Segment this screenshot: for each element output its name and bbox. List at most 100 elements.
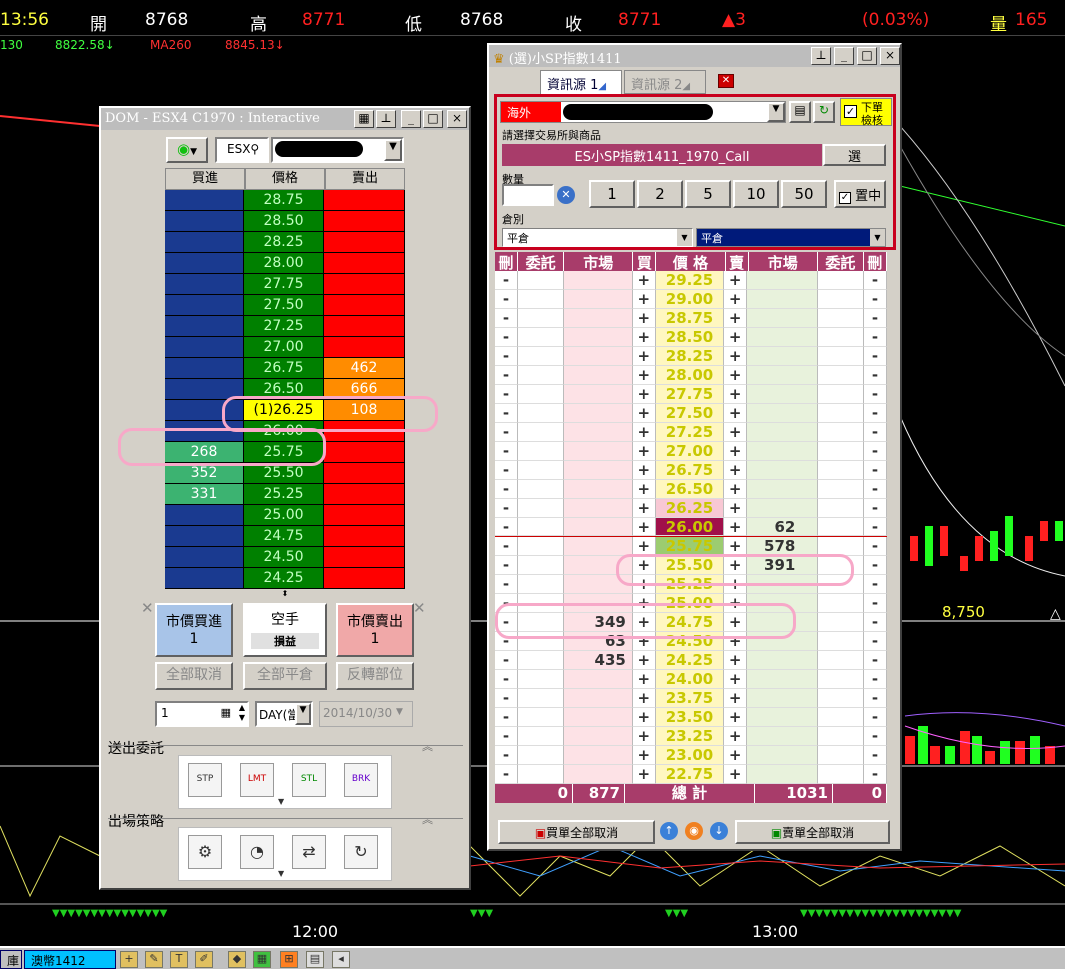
- chevron-down-icon[interactable]: ▼: [384, 139, 402, 161]
- ask-cell[interactable]: 462: [324, 358, 405, 379]
- ladder-row[interactable]: 28.75: [165, 190, 405, 211]
- checkbox-checked-icon[interactable]: ✓: [844, 105, 857, 118]
- delete-buy-cell[interactable]: -: [495, 499, 518, 518]
- delete-sell-cell[interactable]: -: [864, 442, 887, 461]
- ladder-row[interactable]: 24.75: [165, 526, 405, 547]
- pencil-icon[interactable]: ✐: [195, 951, 213, 968]
- buy-orders-cell[interactable]: [517, 366, 564, 385]
- buy-orders-cell[interactable]: [517, 442, 564, 461]
- sell-orders-cell[interactable]: [818, 309, 865, 328]
- ladder-row[interactable]: 352 25.50: [165, 463, 405, 484]
- close-icon[interactable]: ×: [447, 110, 467, 128]
- bid-cell[interactable]: [165, 190, 244, 211]
- pin-icon[interactable]: ⊥: [811, 47, 831, 65]
- collapse-icon[interactable]: ︽: [422, 811, 433, 827]
- bid-cell[interactable]: [165, 358, 244, 379]
- buy-orders-cell[interactable]: [517, 651, 564, 670]
- sell-orders-cell[interactable]: [818, 594, 865, 613]
- delete-sell-cell[interactable]: -: [864, 404, 887, 423]
- cancel-all-button[interactable]: 全部取消: [155, 662, 233, 690]
- chevron-down-icon[interactable]: ▼: [295, 703, 311, 725]
- delete-sell-cell[interactable]: -: [864, 651, 887, 670]
- delete-sell-cell[interactable]: -: [864, 708, 887, 727]
- center-toggle[interactable]: ✓ 置中: [834, 180, 886, 208]
- sell-orders-cell[interactable]: [818, 347, 865, 366]
- close-icon[interactable]: ✕: [141, 599, 154, 617]
- cancel-all-buy-button[interactable]: ▣買單全部取消: [498, 820, 655, 844]
- date-picker[interactable]: 2014/10/30 ▼: [319, 701, 413, 727]
- delete-buy-cell[interactable]: -: [495, 423, 518, 442]
- delete-buy-cell[interactable]: -: [495, 404, 518, 423]
- taskbar-tab-aud[interactable]: 澳幣1412: [24, 950, 116, 969]
- buy-plus-cell[interactable]: +: [632, 404, 656, 423]
- chevron-down-icon[interactable]: ▼: [396, 702, 412, 726]
- delete-buy-cell[interactable]: -: [495, 518, 518, 536]
- delete-buy-cell[interactable]: -: [495, 556, 518, 575]
- ask-cell[interactable]: [324, 295, 405, 316]
- buy-orders-cell[interactable]: [517, 746, 564, 765]
- sell-plus-cell[interactable]: +: [724, 347, 748, 366]
- buy-plus-cell[interactable]: +: [632, 423, 656, 442]
- clear-icon[interactable]: ✕: [557, 186, 575, 204]
- ask-cell[interactable]: [324, 547, 405, 568]
- delete-sell-cell[interactable]: -: [864, 556, 887, 575]
- ladder-row[interactable]: 27.25: [165, 316, 405, 337]
- buy-orders-cell[interactable]: [517, 271, 564, 290]
- ask-cell[interactable]: [324, 463, 405, 484]
- stp-order-button[interactable]: STP: [188, 763, 222, 797]
- bid-cell[interactable]: [165, 274, 244, 295]
- sell-plus-cell[interactable]: +: [724, 423, 748, 442]
- buy-orders-cell[interactable]: [517, 499, 564, 518]
- buy-orders-cell[interactable]: [517, 328, 564, 347]
- plus-icon[interactable]: +: [120, 951, 138, 968]
- pin-icon[interactable]: ⊥: [376, 110, 396, 128]
- delete-sell-cell[interactable]: -: [864, 271, 887, 290]
- delete-buy-cell[interactable]: -: [495, 328, 518, 347]
- sell-plus-cell[interactable]: +: [724, 670, 748, 689]
- buy-orders-cell[interactable]: [517, 727, 564, 746]
- maximize-icon[interactable]: □: [423, 110, 443, 128]
- buy-plus-cell[interactable]: +: [632, 765, 656, 784]
- delete-sell-cell[interactable]: -: [864, 518, 887, 536]
- buy-orders-cell[interactable]: [517, 670, 564, 689]
- buy-plus-cell[interactable]: +: [632, 385, 656, 404]
- delete-buy-cell[interactable]: -: [495, 746, 518, 765]
- buy-plus-cell[interactable]: +: [632, 651, 656, 670]
- bid-cell[interactable]: [165, 505, 244, 526]
- buy-plus-cell[interactable]: +: [632, 480, 656, 499]
- delete-buy-cell[interactable]: -: [495, 651, 518, 670]
- sell-plus-cell[interactable]: +: [724, 271, 748, 290]
- lmt-order-button[interactable]: LMT: [240, 763, 274, 797]
- sell-orders-cell[interactable]: [818, 765, 865, 784]
- ladder-row[interactable]: 28.00: [165, 253, 405, 274]
- delete-sell-cell[interactable]: -: [864, 309, 887, 328]
- bid-cell[interactable]: [165, 232, 244, 253]
- bid-cell[interactable]: [165, 253, 244, 274]
- bid-cell[interactable]: [165, 337, 244, 358]
- close-type-select[interactable]: 平倉 ▼: [696, 228, 886, 247]
- delete-sell-cell[interactable]: -: [864, 499, 887, 518]
- sell-orders-cell[interactable]: [818, 499, 865, 518]
- grid-icon[interactable]: ▦: [253, 951, 271, 968]
- clipboard-icon[interactable]: ▤: [789, 101, 811, 123]
- sell-orders-cell[interactable]: [818, 385, 865, 404]
- ask-cell[interactable]: [324, 484, 405, 505]
- bid-cell[interactable]: 352: [165, 463, 244, 484]
- ladder-row[interactable]: 27.00: [165, 337, 405, 358]
- text-icon[interactable]: T: [170, 951, 188, 968]
- buy-orders-cell[interactable]: [517, 309, 564, 328]
- delete-sell-cell[interactable]: -: [864, 290, 887, 309]
- sell-orders-cell[interactable]: [818, 328, 865, 347]
- delete-sell-cell[interactable]: -: [864, 727, 887, 746]
- delete-sell-cell[interactable]: -: [864, 689, 887, 708]
- buy-orders-cell[interactable]: [517, 537, 564, 556]
- delete-sell-cell[interactable]: -: [864, 575, 887, 594]
- ladder-row[interactable]: 28.50: [165, 211, 405, 232]
- delete-sell-cell[interactable]: -: [864, 594, 887, 613]
- maximize-icon[interactable]: □: [857, 47, 877, 65]
- sell-plus-cell[interactable]: +: [724, 480, 748, 499]
- order-check-toggle[interactable]: ✓ 下單 檢核: [840, 98, 892, 127]
- sell-orders-cell[interactable]: [818, 651, 865, 670]
- ask-cell[interactable]: [324, 505, 405, 526]
- buy-plus-cell[interactable]: +: [632, 499, 656, 518]
